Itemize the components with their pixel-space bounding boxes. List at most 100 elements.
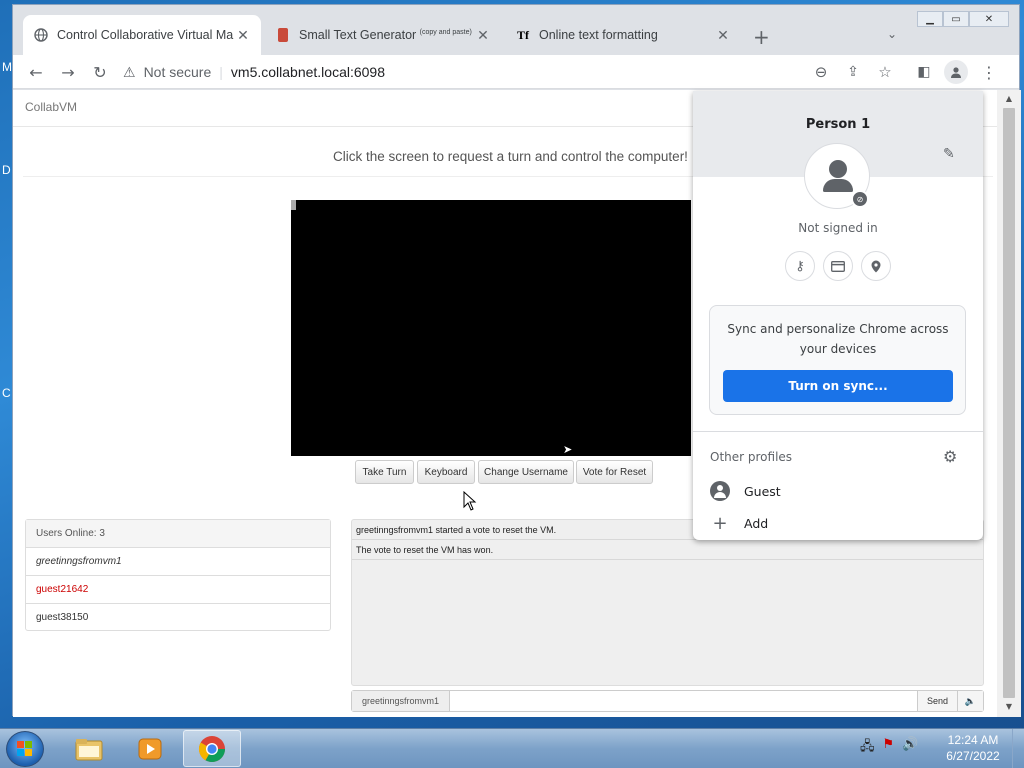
- clock-time: 12:24 AM: [947, 733, 999, 747]
- profile-button[interactable]: [944, 60, 968, 84]
- action-center-flag-icon[interactable]: ⚑: [883, 737, 895, 759]
- close-icon[interactable]: ✕: [235, 27, 251, 44]
- close-icon[interactable]: ✕: [715, 27, 731, 44]
- profile-menu: Person 1 ✎ ⊘ Not signed in ⚷ Sync and pe…: [693, 91, 983, 540]
- change-username-button[interactable]: Change Username: [478, 460, 574, 484]
- scroll-down-icon[interactable]: ▼: [997, 702, 1021, 711]
- minimize-button[interactable]: ▁: [917, 11, 943, 27]
- vm-mouse-pointer-icon: ➤: [563, 444, 573, 456]
- maximize-button[interactable]: ▭: [943, 11, 969, 27]
- users-online-panel: Users Online: 3 greetinngsfromvm1 guest2…: [25, 519, 331, 631]
- volume-icon[interactable]: 🔈: [957, 691, 983, 711]
- vote-reset-button[interactable]: Vote for Reset: [576, 460, 653, 484]
- bookmark-star-icon[interactable]: ☆: [873, 60, 897, 84]
- user-list-item-self[interactable]: guest21642: [26, 576, 330, 604]
- warning-icon: ⚠: [123, 63, 136, 80]
- desktop-icon-label-fragment: M: [2, 60, 12, 74]
- taskbar: 🖧 ⚑ 🔊 12:24 AM 6/27/2022: [0, 728, 1024, 768]
- desktop-icon-label-fragment: C: [2, 386, 11, 400]
- browser-toolbar: ← → ↻ ⚠ Not secure | vm5.collabnet.local…: [13, 55, 1019, 89]
- system-tray: 🖧 ⚑ 🔊: [860, 737, 940, 759]
- network-icon[interactable]: 🖧: [860, 737, 875, 759]
- users-online-header: Users Online: 3: [26, 520, 330, 548]
- chrome-icon: [198, 735, 226, 762]
- sign-in-status: Not signed in: [798, 221, 878, 235]
- tab-title: Small Text Generator: [299, 28, 417, 42]
- reload-button[interactable]: ↻: [88, 60, 112, 84]
- menu-kebab-icon[interactable]: ⋮: [977, 60, 1001, 84]
- keyboard-button[interactable]: Keyboard: [417, 460, 475, 484]
- volume-icon[interactable]: 🔊: [902, 737, 918, 759]
- brand-link[interactable]: CollabVM: [25, 100, 77, 114]
- mouse-pointer-icon: [463, 490, 477, 516]
- start-button[interactable]: [6, 731, 44, 767]
- profile-name: Person 1: [805, 117, 871, 132]
- gear-icon[interactable]: ⚙: [943, 447, 957, 466]
- url-text: vm5.collabnet.local:6098: [230, 64, 386, 80]
- tab-title-superscript: (copy and paste): [419, 28, 472, 36]
- vm-screen[interactable]: ➤: [291, 200, 691, 456]
- back-button[interactable]: ←: [24, 60, 48, 84]
- profile-item-label: Add: [744, 515, 769, 531]
- guest-profile-item[interactable]: Guest: [710, 481, 781, 501]
- other-profiles-title: Other profiles: [710, 450, 793, 464]
- folder-icon: [75, 738, 103, 760]
- chat-username: greetinngsfromvm1: [352, 691, 450, 711]
- security-status: Not secure: [143, 64, 212, 80]
- turn-on-sync-button[interactable]: Turn on sync...: [723, 370, 953, 402]
- side-panel-icon[interactable]: ◧: [912, 60, 936, 84]
- tf-icon: Tf: [517, 27, 529, 42]
- tab-search-button[interactable]: ⌄: [887, 27, 897, 41]
- sync-description: Sync and personalize Chrome across your …: [727, 322, 949, 356]
- taskbar-chrome[interactable]: [183, 730, 241, 767]
- tab-small-text-generator[interactable]: Small Text Generator (copy and paste) ✕: [265, 15, 501, 55]
- forward-button[interactable]: →: [56, 60, 80, 84]
- new-tab-button[interactable]: +: [753, 25, 770, 49]
- taskbar-media-player[interactable]: [121, 730, 179, 767]
- tab-online-text-formatting[interactable]: Tf Online text formatting ✕: [505, 15, 741, 55]
- sync-off-icon: ⊘: [851, 190, 869, 208]
- chat-input[interactable]: [450, 691, 917, 711]
- guest-icon: [710, 481, 730, 501]
- send-button[interactable]: Send: [917, 691, 957, 711]
- plus-icon: +: [712, 512, 728, 534]
- page-scrollbar[interactable]: ▲ ▼: [997, 90, 1021, 717]
- turn-prompt: Click the screen to request a turn and c…: [333, 149, 688, 164]
- tab-title: Online text formatting: [539, 28, 658, 42]
- chrome-window: Control Collaborative Virtual Ma ✕ Small…: [12, 4, 1021, 717]
- add-profile-item[interactable]: + Add: [710, 512, 769, 534]
- user-list-item[interactable]: guest38150: [26, 604, 330, 632]
- avatar: ⊘: [804, 143, 870, 209]
- share-icon[interactable]: ⇪: [841, 60, 865, 84]
- close-icon[interactable]: ✕: [475, 27, 491, 44]
- text-cursor: [291, 200, 296, 210]
- scrollbar-thumb[interactable]: [1003, 108, 1015, 698]
- media-player-icon: [138, 738, 162, 759]
- taskbar-explorer[interactable]: [60, 730, 118, 767]
- profile-item-label: Guest: [744, 483, 781, 499]
- address-bar[interactable]: ⚠ Not secure | vm5.collabnet.local:6098: [123, 58, 733, 86]
- close-window-button[interactable]: ✕: [969, 11, 1009, 27]
- location-pin-icon[interactable]: [861, 251, 891, 281]
- show-desktop-button[interactable]: [1012, 729, 1024, 768]
- take-turn-button[interactable]: Take Turn: [355, 460, 414, 484]
- chat-log: greetinngsfromvm1 started a vote to rese…: [351, 519, 984, 686]
- sync-card: Sync and personalize Chrome across your …: [709, 305, 966, 415]
- clock-date: 6/27/2022: [946, 749, 1000, 763]
- zoom-icon[interactable]: ⊖: [809, 60, 833, 84]
- person-icon: [951, 67, 961, 78]
- globe-icon: [33, 27, 49, 43]
- chat-input-bar: greetinngsfromvm1 Send 🔈: [351, 690, 984, 712]
- scroll-up-icon[interactable]: ▲: [997, 94, 1021, 103]
- windows-logo-icon: [17, 741, 32, 756]
- desktop-icon-label-fragment: D: [2, 163, 11, 177]
- user-list-item[interactable]: greetinngsfromvm1: [26, 548, 330, 576]
- credit-card-icon[interactable]: [823, 251, 853, 281]
- tab-title: Control Collaborative Virtual Ma: [57, 28, 234, 42]
- tab-strip: Control Collaborative Virtual Ma ✕ Small…: [13, 5, 1019, 55]
- text-generator-icon: [278, 28, 288, 42]
- tab-collabvm[interactable]: Control Collaborative Virtual Ma ✕: [23, 15, 261, 55]
- key-icon[interactable]: ⚷: [785, 251, 815, 281]
- edit-pencil-icon[interactable]: ✎: [943, 146, 955, 162]
- system-clock[interactable]: 12:24 AM 6/27/2022: [940, 732, 1006, 764]
